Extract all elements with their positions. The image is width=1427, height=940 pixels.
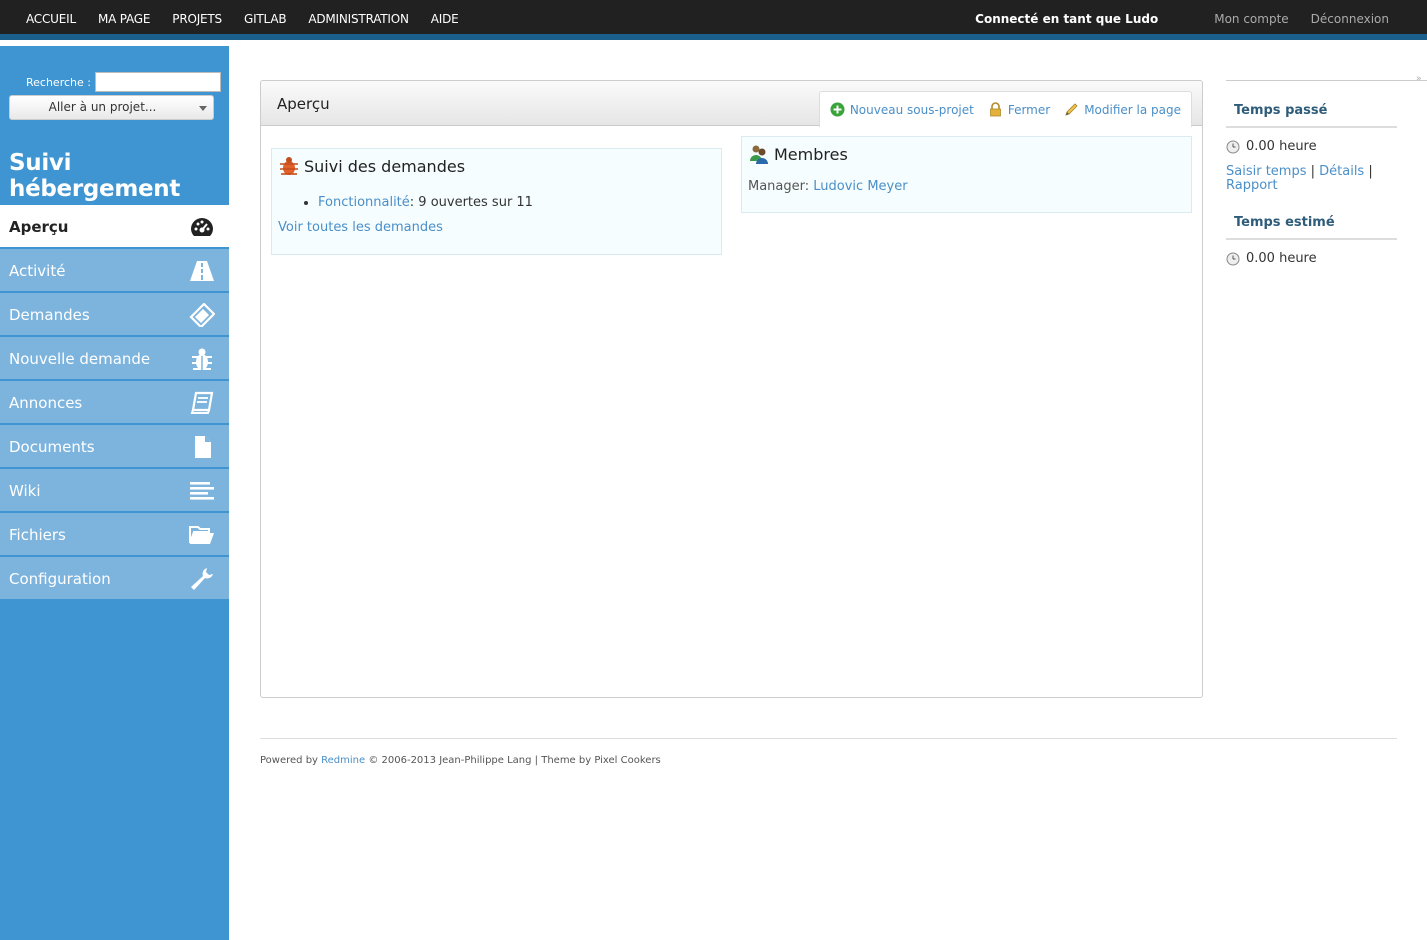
my-account-link[interactable]: Mon compte — [1214, 12, 1288, 26]
log-time-link[interactable]: Saisir temps — [1226, 164, 1306, 179]
issues-tracking-box: Suivi des demandes Fonctionnalité: 9 ouv… — [271, 148, 722, 255]
page-title: Aperçu — [277, 95, 330, 113]
member-name-link[interactable]: Ludovic Meyer — [813, 179, 907, 194]
top-link-projects[interactable]: PROJETS — [172, 12, 222, 26]
search-input[interactable] — [94, 72, 221, 92]
menu-item-label: Configuration — [9, 570, 111, 588]
footer-powered-by: Powered by — [260, 755, 322, 766]
search-label: Recherche : — [26, 75, 91, 89]
redmine-link[interactable]: Redmine — [321, 755, 365, 766]
road-icon — [190, 261, 214, 281]
project-jump-label: Aller à un projet... — [48, 100, 157, 114]
separator: | — [1364, 164, 1373, 179]
sidebar-toggle-icon[interactable]: » — [1416, 74, 1426, 84]
top-menu: ACCUEIL MA PAGE PROJETS GITLAB ADMINISTR… — [0, 0, 1427, 40]
time-estimated-value: 0.00 heure — [1226, 251, 1317, 266]
add-icon — [830, 102, 845, 117]
issues-heading-text: Suivi des demandes — [304, 156, 466, 176]
menu-item-documents[interactable]: Documents — [0, 425, 229, 469]
time-estimated-heading: Temps estimé — [1226, 215, 1397, 240]
menu-item-activity[interactable]: Activité — [0, 249, 229, 293]
menu-item-label: Demandes — [9, 306, 90, 324]
tracker-list: Fonctionnalité: 9 ouvertes sur 11 — [318, 195, 533, 210]
bug-icon — [280, 157, 298, 175]
project-jump-select[interactable]: Aller à un projet... — [9, 95, 214, 120]
menu-item-issues[interactable]: Demandes — [0, 293, 229, 337]
divider — [1226, 80, 1427, 81]
main-content: Aperçu Nouveau sous-projet Fermer Modifi… — [260, 80, 1203, 698]
bug-icon — [192, 348, 212, 370]
account-area: Connecté en tant que Ludo Mon compte Déc… — [975, 12, 1389, 26]
top-link-administration[interactable]: ADMINISTRATION — [308, 12, 409, 26]
list-icon — [190, 482, 214, 500]
dashboard-icon — [191, 218, 213, 236]
close-project-label: Fermer — [1007, 102, 1051, 117]
menu-item-files[interactable]: Fichiers — [0, 513, 229, 557]
pencil-icon — [1065, 103, 1078, 116]
time-spent-text: 0.00 heure — [1246, 139, 1317, 154]
top-link-gitlab[interactable]: GITLAB — [244, 12, 287, 26]
edit-page-link[interactable]: Modifier la page — [1064, 102, 1181, 117]
top-menu-links: ACCUEIL MA PAGE PROJETS GITLAB ADMINISTR… — [26, 12, 481, 26]
menu-item-label: Aperçu — [9, 218, 69, 236]
chevron-down-icon — [199, 106, 207, 111]
menu-item-label: Annonces — [9, 394, 83, 412]
logout-link[interactable]: Déconnexion — [1311, 12, 1389, 26]
issues-heading: Suivi des demandes — [278, 155, 465, 177]
tracker-count: : 9 ouvertes sur 11 — [409, 195, 533, 210]
menu-item-label: Nouvelle demande — [9, 350, 151, 368]
logged-as-text: Connecté en tant que Ludo — [975, 12, 1159, 26]
time-links: Saisir temps | Détails | Rapport — [1226, 165, 1397, 193]
ticket-icon — [189, 303, 215, 327]
separator: | — [1306, 164, 1320, 179]
wrench-icon — [191, 568, 213, 590]
close-project-link[interactable]: Fermer — [988, 102, 1050, 117]
main-menu: Aperçu Activité Demandes Nouvelle demand… — [0, 205, 229, 601]
list-item: Fonctionnalité: 9 ouvertes sur 11 — [318, 195, 533, 210]
time-estimated-text: 0.00 heure — [1246, 251, 1317, 266]
contextual-actions: Nouveau sous-projet Fermer Modifier la p… — [818, 91, 1192, 127]
users-icon — [750, 145, 768, 164]
left-sidebar: Recherche : Aller à un projet... Suivi h… — [0, 46, 229, 940]
folder-open-icon — [189, 526, 214, 544]
menu-item-label: Activité — [9, 262, 66, 280]
book-icon — [190, 391, 214, 414]
clock-icon — [1226, 252, 1240, 265]
view-all-issues-link[interactable]: Voir toutes les demandes — [278, 220, 443, 235]
top-link-my-page[interactable]: MA PAGE — [98, 12, 151, 26]
project-title: Suivi hébergement — [9, 150, 181, 202]
member-role: Manager: — [748, 179, 814, 194]
new-subproject-link[interactable]: Nouveau sous-projet — [830, 102, 974, 117]
edit-page-label: Modifier la page — [1084, 102, 1181, 117]
new-subproject-label: Nouveau sous-projet — [849, 102, 974, 117]
footer-copyright: © 2006-2013 Jean-Philippe Lang | Theme b… — [365, 755, 661, 766]
quick-search: Recherche : — [26, 72, 221, 92]
members-heading: Membres — [748, 143, 848, 165]
menu-item-overview[interactable]: Aperçu — [0, 205, 229, 249]
members-heading-text: Membres — [774, 144, 848, 164]
time-spent-heading: Temps passé — [1226, 103, 1397, 128]
menu-item-settings[interactable]: Configuration — [0, 557, 229, 601]
menu-item-wiki[interactable]: Wiki — [0, 469, 229, 513]
menu-item-news[interactable]: Annonces — [0, 381, 229, 425]
footer: Powered by Redmine © 2006-2013 Jean-Phil… — [260, 738, 1397, 766]
menu-item-new-issue[interactable]: Nouvelle demande — [0, 337, 229, 381]
tracker-feature-link[interactable]: Fonctionnalité — [318, 195, 410, 210]
members-box: Membres Manager: Ludovic Meyer — [741, 136, 1192, 213]
report-link[interactable]: Rapport — [1226, 178, 1278, 193]
document-icon — [195, 436, 211, 458]
content-header: Aperçu Nouveau sous-projet Fermer Modifi… — [261, 81, 1202, 127]
time-spent-value: 0.00 heure — [1226, 139, 1317, 154]
clock-icon — [1226, 140, 1240, 153]
details-link[interactable]: Détails — [1319, 164, 1364, 179]
lock-icon — [989, 102, 1001, 117]
member-line: Manager: Ludovic Meyer — [748, 179, 908, 194]
top-link-help[interactable]: AIDE — [431, 12, 459, 26]
top-link-home[interactable]: ACCUEIL — [26, 12, 76, 26]
menu-item-label: Wiki — [9, 482, 41, 500]
menu-item-label: Fichiers — [9, 526, 66, 544]
menu-item-label: Documents — [9, 438, 95, 456]
